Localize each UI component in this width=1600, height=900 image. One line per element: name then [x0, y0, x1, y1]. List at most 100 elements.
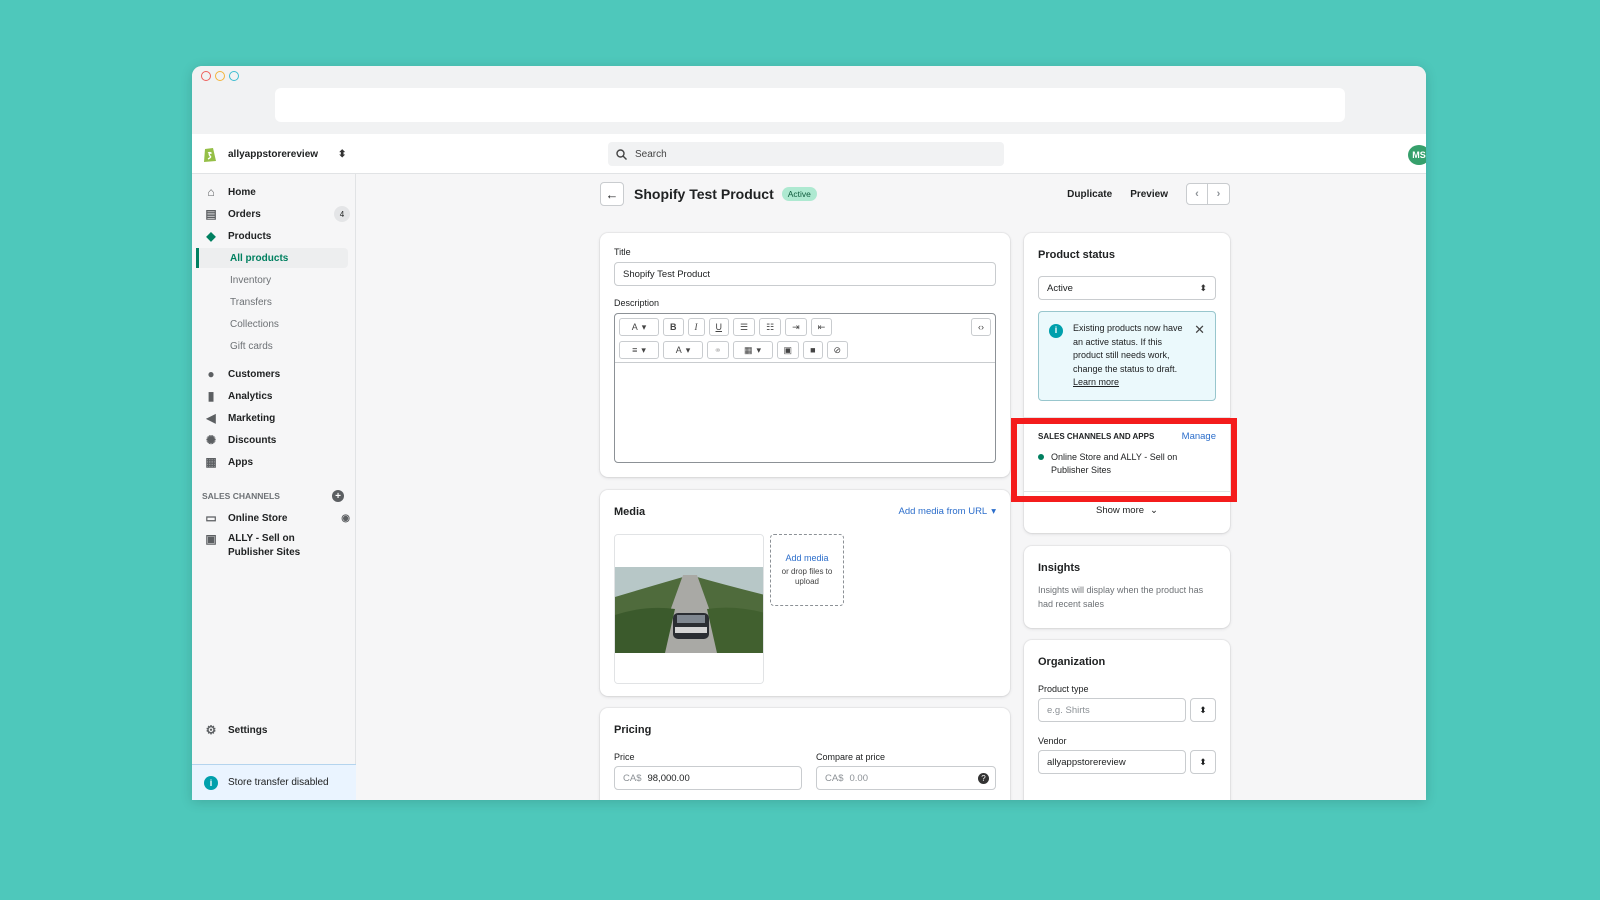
drop-hint-text: or drop files to upload [781, 567, 833, 586]
price-currency-prefix: CA$ [623, 772, 642, 784]
window-controls [201, 71, 239, 81]
sidebar-subitem-gift-cards[interactable]: Gift cards [230, 336, 273, 356]
sidebar-subitem-inventory[interactable]: Inventory [230, 270, 271, 290]
avatar[interactable]: MS [1408, 145, 1426, 165]
pricing-title: Pricing [614, 724, 652, 736]
description-editor: A ▾ B I U ☰ ☷ ⇥ ⇤ ‹› ≡ ▾ A ▾ ⚭ ▦ ▾ ▣ ■ ⊘ [614, 313, 996, 463]
sidebar-subitem-label: All products [230, 252, 289, 264]
product-type-label: Product type [1038, 684, 1089, 694]
sidebar-item-customers[interactable]: ● Customers [204, 364, 350, 384]
sidebar: ⌂ Home ▤ Orders 4 ◆ Products All product… [192, 174, 356, 800]
select-arrows-icon[interactable]: ⬍ [1190, 698, 1216, 722]
title-input[interactable]: Shopify Test Product [614, 262, 996, 286]
outdent-button[interactable]: ⇤ [810, 318, 833, 336]
add-media-url-button[interactable]: Add media from URL ▾ [899, 506, 996, 517]
close-icon[interactable]: ✕ [1194, 320, 1205, 340]
store-name: allyappstorereview [228, 148, 319, 160]
car-photo-thumbnail [615, 535, 763, 683]
caret-down-icon: ▾ [991, 506, 996, 517]
chevron-down-icon: ▾ [641, 321, 647, 332]
sidebar-item-apps[interactable]: ▦ Apps [204, 452, 350, 472]
learn-more-link[interactable]: Learn more [1073, 377, 1119, 387]
close-window-button[interactable] [201, 71, 211, 81]
sidebar-item-label: Online Store [228, 512, 288, 524]
insights-text: Insights will display when the product h… [1038, 585, 1204, 609]
preview-button[interactable]: Preview [1130, 189, 1168, 200]
maximize-window-button[interactable] [229, 71, 239, 81]
status-info-banner: i Existing products now have an active s… [1038, 311, 1216, 401]
numbered-list-button[interactable]: ☷ [759, 318, 782, 336]
previous-product-button[interactable]: ‹ [1186, 183, 1208, 205]
organization-title: Organization [1038, 656, 1106, 668]
address-bar[interactable] [275, 88, 1345, 122]
bold-button[interactable]: B [663, 318, 684, 336]
description-text-area[interactable] [615, 362, 995, 462]
media-card: Media Add media from URL ▾ Add media or … [600, 490, 1010, 696]
table-button[interactable]: ▦ ▾ [732, 341, 773, 359]
price-input[interactable]: CA$ 98,000.00 [614, 766, 802, 790]
chevron-down-icon: ▾ [756, 344, 762, 355]
sidebar-item-ally[interactable]: ▣ ALLY - Sell on Publisher Sites [204, 532, 350, 562]
insert-video-button[interactable]: ■ [803, 341, 823, 359]
sidebar-subitem-collections[interactable]: Collections [230, 314, 279, 334]
font-style-button[interactable]: A ▾ [619, 318, 659, 336]
sidebar-item-discounts[interactable]: ✺ Discounts [204, 430, 350, 450]
link-button[interactable]: ⚭ [707, 341, 729, 359]
add-media-url-label: Add media from URL [898, 506, 988, 517]
search-input[interactable]: Search [608, 142, 1004, 166]
store-switcher[interactable]: allyappstorereview ⬍ [202, 145, 346, 163]
add-media-button[interactable]: Add media [785, 553, 828, 563]
bullet-list-button[interactable]: ☰ [733, 318, 756, 336]
chevron-down-icon: ▾ [685, 344, 691, 355]
indent-button[interactable]: ⇥ [785, 318, 807, 336]
add-channel-icon[interactable]: + [332, 490, 344, 502]
sidebar-item-settings[interactable]: ⚙ Settings [204, 720, 350, 740]
duplicate-button[interactable]: Duplicate [1067, 189, 1112, 200]
text-color-button[interactable]: A ▾ [663, 341, 703, 359]
vendor-field: allyappstorereview ⬍ [1038, 750, 1216, 774]
clear-format-button[interactable]: ⊘ [826, 341, 849, 359]
shopify-logo-icon [204, 148, 216, 162]
insights-title: Insights [1038, 562, 1081, 574]
sidebar-subitem-transfers[interactable]: Transfers [230, 292, 272, 312]
product-type-input[interactable]: e.g. Shirts [1038, 698, 1186, 722]
sidebar-item-label: Apps [228, 456, 253, 468]
status-select[interactable]: Active ⬍ [1038, 276, 1216, 300]
apps-icon: ▦ [205, 455, 217, 469]
eye-icon[interactable]: ◉ [341, 513, 350, 524]
code-view-button[interactable]: ‹› [971, 318, 991, 336]
megaphone-icon: ◀ [206, 411, 216, 425]
app-icon: ▣ [205, 532, 217, 546]
show-more-button[interactable]: Show more ⌄ [1024, 505, 1230, 516]
search-icon [616, 148, 627, 160]
minimize-window-button[interactable] [215, 71, 225, 81]
select-arrows-icon[interactable]: ⬍ [1190, 750, 1216, 774]
align-button[interactable]: ≡ ▾ [619, 341, 659, 359]
sidebar-item-home[interactable]: ⌂ Home [204, 182, 350, 202]
sidebar-item-orders[interactable]: ▤ Orders 4 [204, 204, 350, 224]
back-button[interactable]: ← [600, 182, 624, 206]
description-label: Description [614, 298, 660, 308]
highlight-box [1011, 418, 1237, 502]
media-dropzone[interactable]: Add media or drop files to upload [770, 534, 844, 606]
vendor-input[interactable]: allyappstorereview [1038, 750, 1186, 774]
gear-icon: ⚙ [205, 723, 217, 737]
next-product-button[interactable]: › [1208, 183, 1230, 205]
underline-button[interactable]: U [708, 318, 729, 336]
organization-card: Organization Product type e.g. Shirts ⬍ … [1024, 640, 1230, 800]
insert-image-button[interactable]: ▣ [776, 341, 800, 359]
info-icon: i [204, 775, 218, 790]
product-type-field: e.g. Shirts ⬍ [1038, 698, 1216, 722]
store-switch-icon[interactable]: ⬍ [338, 149, 346, 160]
compare-price-input[interactable]: CA$ 0.00 ? [816, 766, 996, 790]
sidebar-item-marketing[interactable]: ◀ Marketing [204, 408, 350, 428]
sidebar-item-products[interactable]: ◆ Products [204, 226, 350, 246]
sidebar-item-analytics[interactable]: ▮ Analytics [204, 386, 350, 406]
selected-indicator [196, 248, 199, 268]
sidebar-subitem-all-products[interactable]: All products [196, 248, 348, 268]
product-image[interactable] [614, 534, 764, 684]
search-placeholder: Search [635, 148, 667, 160]
sidebar-item-online-store[interactable]: ▭ Online Store ◉ [204, 508, 350, 528]
italic-button[interactable]: I [687, 318, 705, 336]
help-icon[interactable]: ? [978, 773, 989, 784]
